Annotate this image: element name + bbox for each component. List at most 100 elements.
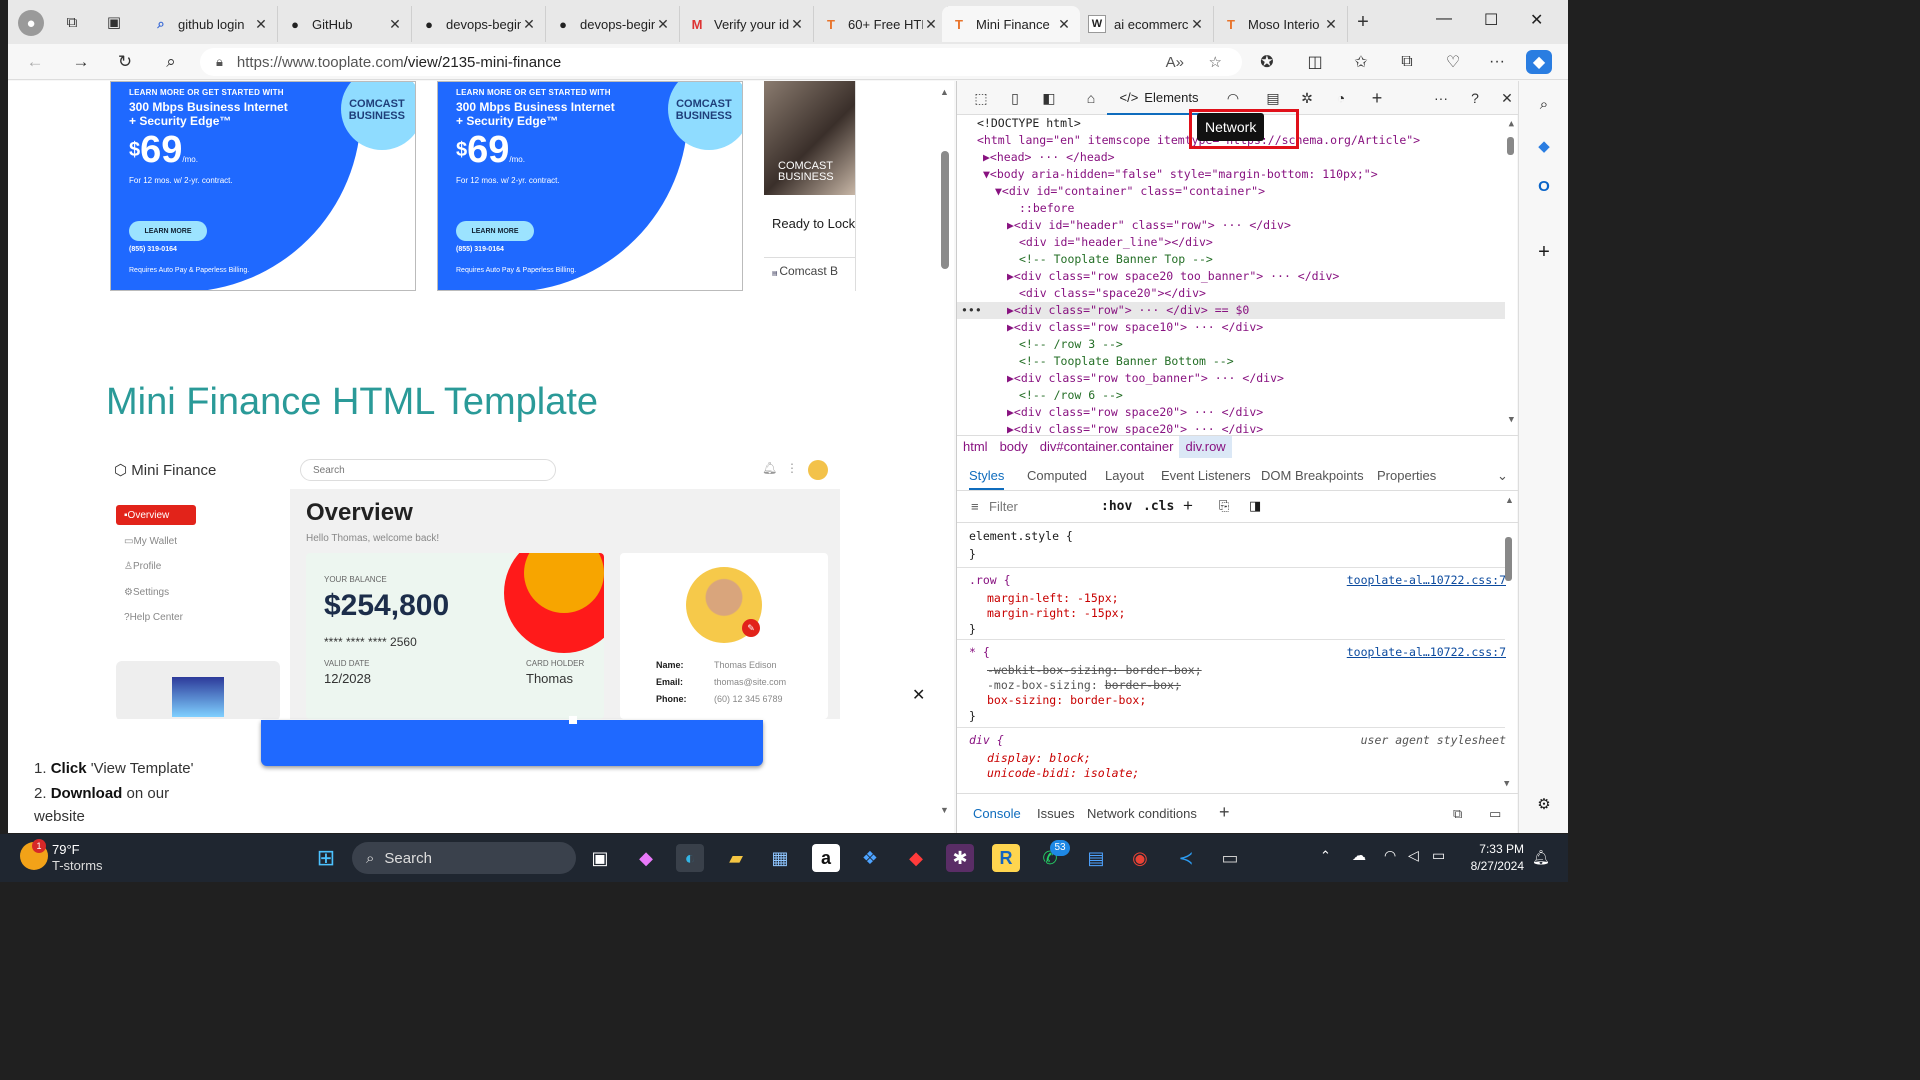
filter-input[interactable]: Filter: [989, 499, 1018, 514]
onedrive-icon[interactable]: ☁: [1352, 847, 1366, 864]
add-app-icon[interactable]: +: [1533, 241, 1555, 263]
shopping-tag-icon[interactable]: ◆: [1533, 135, 1555, 157]
styles-pane[interactable]: element.style { } .row { tooplate-al…107…: [957, 523, 1518, 793]
chevron-down-icon[interactable]: ⌄: [1497, 468, 1508, 484]
clock-date[interactable]: 8/27/2024: [1458, 859, 1524, 873]
template-preview[interactable]: ⬡ Mini Finance Search 🔔︎ ⋮ ▪ Overview ▭ …: [106, 451, 840, 719]
close-window-icon[interactable]: ✕: [1530, 10, 1543, 30]
clock-time[interactable]: 7:33 PM: [1470, 842, 1524, 856]
rstudio-icon[interactable]: R: [992, 844, 1020, 872]
copilot-icon[interactable]: ◆: [1526, 50, 1552, 74]
tab-github-login[interactable]: ⌕ github login ✕: [144, 6, 278, 42]
profile-icon[interactable]: ●: [18, 10, 44, 36]
ad-banner-1[interactable]: COMCAST BUSINESS LEARN MORE OR GET STARTE…: [110, 81, 416, 291]
welcome-home-icon[interactable]: ⌂: [1079, 87, 1103, 109]
vscode-icon[interactable]: ≺: [1172, 844, 1200, 872]
dom-line[interactable]: ▶<head> ··· </head>: [983, 149, 1115, 166]
close-tab-icon[interactable]: ✕: [655, 16, 671, 33]
close-tab-icon[interactable]: ✕: [1189, 16, 1205, 33]
dom-line[interactable]: ▶<div class="row space10"> ··· </div>: [1007, 319, 1263, 336]
task-view-icon[interactable]: ▣: [586, 844, 614, 872]
terminal-icon[interactable]: ▭: [1216, 844, 1244, 872]
minimize-icon[interactable]: —: [1436, 10, 1452, 28]
scroll-thumb[interactable]: [941, 151, 949, 269]
tab-mini-finance[interactable]: T Mini Finance ✕: [942, 6, 1080, 42]
dom-line[interactable]: ▶<div class="row space20"> ··· </div>: [1007, 404, 1263, 421]
tab-console[interactable]: Console: [973, 806, 1021, 821]
taskbar-search[interactable]: ⌕ Search: [352, 842, 576, 874]
crumb[interactable]: div#container.container: [1034, 439, 1180, 454]
notepad-icon[interactable]: ▤: [1082, 844, 1110, 872]
chevron-up-icon[interactable]: ⌃: [1320, 848, 1331, 864]
cls-toggle[interactable]: .cls: [1143, 499, 1174, 514]
more-tools-icon[interactable]: ···: [1429, 87, 1453, 109]
close-tab-icon[interactable]: ✕: [387, 16, 403, 33]
tab-ai-ecommerce[interactable]: Wai ecommerc ✕: [1080, 6, 1214, 42]
dom-line[interactable]: <div id="header_line"></div>: [1019, 234, 1213, 251]
temperature[interactable]: 79°F: [52, 842, 80, 857]
close-popup-icon[interactable]: ✕: [912, 685, 925, 705]
split-screen-icon[interactable]: ◫: [1302, 50, 1328, 74]
copilot-taskbar-icon[interactable]: ◆: [632, 844, 660, 872]
maximize-icon[interactable]: ☐: [1484, 10, 1498, 30]
close-tab-icon[interactable]: ✕: [253, 16, 269, 33]
dom-line[interactable]: <!-- /row 6 -->: [1019, 387, 1123, 404]
tab-computed[interactable]: Computed: [1027, 468, 1087, 483]
tab-actions-icon[interactable]: ▣: [102, 10, 126, 34]
network-icon[interactable]: ◠: [1221, 87, 1245, 109]
scroll-down-icon[interactable]: ▼: [940, 805, 949, 815]
favorite-star-icon[interactable]: ☆: [1209, 53, 1222, 71]
amazon-icon[interactable]: a: [812, 844, 840, 872]
chrome-icon[interactable]: ◉: [1126, 844, 1154, 872]
ad-learn-more-button[interactable]: LEARN MORE: [129, 221, 207, 241]
extensions-icon[interactable]: ✪: [1254, 50, 1280, 74]
dom-line[interactable]: ▼<div id="container" class="container">: [995, 183, 1265, 200]
sources-icon[interactable]: ▤: [1261, 87, 1285, 109]
tab-layout[interactable]: Layout: [1105, 468, 1144, 483]
dom-line[interactable]: <!-- Tooplate Banner Top -->: [1019, 251, 1213, 268]
new-rule-icon[interactable]: +: [1183, 496, 1193, 516]
scroll-up-icon[interactable]: ▲: [1509, 119, 1514, 129]
tab-github[interactable]: ● GitHub ✕: [278, 6, 412, 42]
close-tab-icon[interactable]: ✕: [923, 16, 939, 33]
performance-icon[interactable]: ◔: [1329, 87, 1353, 109]
dom-line[interactable]: ▶<div class="row too_banner"> ··· </div>: [1007, 370, 1284, 387]
debug-icon[interactable]: ✲: [1295, 87, 1319, 109]
add-drawer-tab-icon[interactable]: +: [1219, 802, 1230, 823]
weather-text[interactable]: T-storms: [52, 858, 103, 873]
dom-line-selected[interactable]: ••• ▶<div class="row"> ··· </div> == $0: [957, 302, 1505, 319]
dom-line[interactable]: <div class="space20"></div>: [1019, 285, 1206, 302]
dom-line[interactable]: <!-- /row 3 -->: [1019, 336, 1123, 353]
tab-network-conditions[interactable]: Network conditions: [1087, 806, 1197, 821]
sidebar-toggle-icon[interactable]: ◨: [1249, 498, 1261, 514]
inspect-icon[interactable]: ⬚: [969, 87, 993, 109]
search-icon[interactable]: ⌕: [1533, 93, 1555, 115]
close-devtools-icon[interactable]: ✕: [1495, 87, 1519, 109]
crumb[interactable]: body: [994, 439, 1034, 454]
paint-icon[interactable]: ⎘: [1219, 498, 1229, 514]
tab-dom-breakpoints[interactable]: DOM Breakpoints: [1261, 468, 1364, 483]
refresh-icon[interactable]: ↻: [112, 50, 138, 74]
dom-line[interactable]: <!-- Tooplate Banner Bottom -->: [1019, 353, 1234, 370]
search-icon[interactable]: ⌕: [158, 50, 184, 74]
close-tab-icon[interactable]: ✕: [1056, 16, 1072, 33]
tab-verify[interactable]: M Verify your id ✕: [680, 6, 814, 42]
store-icon[interactable]: ▦: [766, 844, 794, 872]
back-icon[interactable]: ←: [22, 50, 48, 74]
dropbox-icon[interactable]: ❖: [856, 844, 884, 872]
scroll-up-icon[interactable]: ▲: [940, 87, 949, 97]
source-link[interactable]: tooplate-al…10722.css:7: [1347, 645, 1506, 660]
wifi-icon[interactable]: ◠: [1384, 847, 1396, 864]
close-tab-icon[interactable]: ✕: [521, 16, 537, 33]
source-link[interactable]: tooplate-al…10722.css:7: [1347, 573, 1506, 588]
dom-line[interactable]: ▶<div id="header" class="row"> ··· </div…: [1007, 217, 1291, 234]
styles-scroll-thumb[interactable]: [1505, 537, 1512, 581]
crumb-active[interactable]: div.row: [1179, 435, 1232, 458]
undock-drawer-icon[interactable]: ⧉: [1453, 806, 1462, 822]
read-aloud-icon[interactable]: A»: [1166, 54, 1184, 71]
new-tab-icon[interactable]: +: [1351, 10, 1375, 34]
battery-icon[interactable]: ▭: [1432, 847, 1445, 864]
more-menu-icon[interactable]: ···: [1484, 50, 1510, 74]
dom-line[interactable]: ::before: [1019, 200, 1074, 217]
tab-devops-2[interactable]: ● devops-begin ✕: [546, 6, 680, 42]
